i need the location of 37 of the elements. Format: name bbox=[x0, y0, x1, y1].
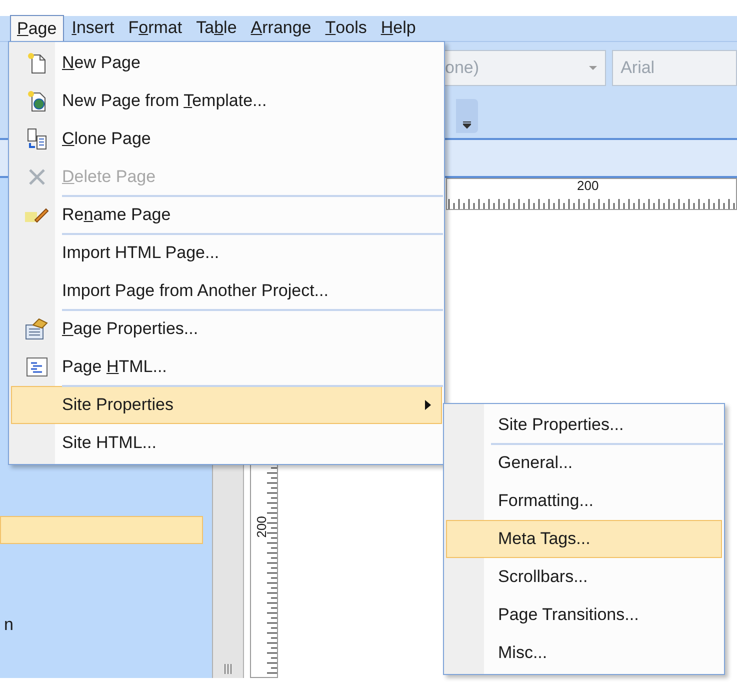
menu-item[interactable]: Page HTML... bbox=[11, 348, 442, 386]
menu-bar-item[interactable]: Arrange bbox=[244, 15, 318, 41]
menu-item[interactable]: Meta Tags... bbox=[446, 520, 722, 558]
menu-item[interactable]: Import Page from Another Project... bbox=[11, 272, 442, 310]
menu-item[interactable]: Clone Page bbox=[11, 120, 442, 158]
dropdown-caret-icon bbox=[588, 66, 597, 70]
menu-item[interactable]: Page Transitions... bbox=[446, 596, 722, 634]
menu-item[interactable]: Import HTML Page... bbox=[11, 234, 442, 272]
menu-bar-item[interactable]: Insert bbox=[66, 15, 120, 41]
html-document-icon bbox=[26, 357, 48, 377]
submenu-arrow-icon bbox=[425, 400, 431, 410]
menu-item[interactable]: General... bbox=[446, 444, 722, 482]
menu-item[interactable]: Rename Page bbox=[11, 196, 442, 234]
menu-item[interactable]: Site Properties... bbox=[446, 406, 722, 444]
menu-item[interactable]: Misc... bbox=[446, 634, 722, 672]
menu-item[interactable]: Site Properties bbox=[11, 386, 442, 424]
delete-icon bbox=[27, 167, 47, 187]
menu-item[interactable]: Site HTML... bbox=[11, 424, 442, 462]
overflow-caret-icon bbox=[463, 121, 471, 129]
panel-item-text: n bbox=[3, 614, 14, 636]
menu-item[interactable]: Formatting... bbox=[446, 482, 722, 520]
menu-bar-item[interactable]: Table bbox=[190, 15, 243, 41]
menu-bar-item[interactable]: Tools bbox=[319, 15, 373, 41]
clone-page-icon bbox=[26, 128, 48, 150]
menu-bar-item[interactable]: Page bbox=[10, 15, 64, 41]
menu-item[interactable]: Page Properties... bbox=[11, 310, 442, 348]
grip-icon bbox=[223, 664, 233, 674]
menu-bar-item[interactable]: Format bbox=[122, 15, 188, 41]
menu-item[interactable]: Scrollbars... bbox=[446, 558, 722, 596]
new-page-icon bbox=[27, 52, 47, 74]
toolbar-overflow-button[interactable] bbox=[456, 99, 478, 133]
ruler-label: 200 bbox=[577, 179, 599, 193]
rename-pencil-icon bbox=[25, 206, 49, 224]
new-page-globe-icon bbox=[27, 90, 47, 112]
ruler-label: 200 bbox=[255, 516, 269, 538]
menu-bar-item[interactable]: Help bbox=[374, 15, 422, 41]
properties-icon bbox=[25, 318, 49, 340]
